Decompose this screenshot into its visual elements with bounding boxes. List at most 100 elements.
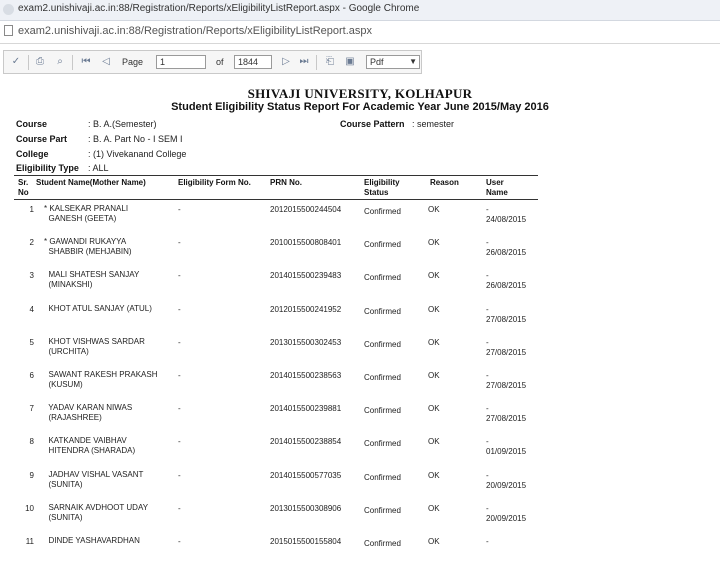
cell-prn: 2012015500244504 — [270, 205, 342, 214]
cell-prn: 2014015500238563 — [270, 371, 342, 380]
url-text[interactable]: exam2.unishivaji.ac.in:88/Registration/R… — [18, 25, 372, 37]
total-pages-field: 1844 — [234, 55, 272, 69]
cell-sr: 8 — [29, 437, 34, 447]
cell-user: - 26/08/2015 — [486, 271, 527, 291]
table-header-rule — [14, 199, 538, 200]
cell-user: - 26/08/2015 — [486, 238, 527, 258]
course-label: Course — [16, 119, 48, 129]
cell-sr: 10 — [25, 503, 34, 513]
cell-prn: 2015015500155804 — [270, 537, 342, 546]
cell-name: * GAWANDI RUKAYYA SHABBIR (MEHJABIN) — [44, 237, 132, 257]
cell-status: Confirmed — [364, 306, 401, 316]
cell-name: KHOT ATUL SANJAY (ATUL) — [44, 303, 152, 313]
toolbar-separator — [316, 55, 317, 70]
save-icon[interactable]: ▣ — [344, 56, 356, 68]
address-bar[interactable]: exam2.unishivaji.ac.in:88/Registration/R… — [0, 21, 720, 44]
cell-name: KATKANDE VAIBHAV HITENDRA (SHARADA) — [48, 436, 136, 456]
next-page-icon[interactable]: ▷ — [280, 56, 292, 68]
header-sr-no: Sr. No — [18, 178, 29, 197]
cell-sr: 5 — [29, 337, 34, 347]
cell-user: - 20/09/2015 — [486, 470, 527, 490]
cell-status: Confirmed — [364, 505, 401, 515]
cell-status: Confirmed — [364, 373, 401, 382]
cell-user: - 27/08/2015 — [486, 337, 527, 357]
table-row: 11 DINDE YASHAVARDHAN - 2015015500155804 Co… — [0, 536, 720, 568]
page-number-input[interactable]: 1 — [156, 55, 206, 69]
cell-prn: 2013015500308906 — [270, 503, 342, 513]
cell-sr: 1 — [29, 205, 34, 214]
cell-user: - 27/08/2015 — [486, 304, 527, 324]
cell-sr: 11 — [25, 537, 34, 546]
cell-name: YADAV KARAN NIWAS (RAJASHREE) — [48, 403, 133, 423]
cell-status: Confirmed — [364, 240, 401, 250]
cell-user: - — [486, 537, 489, 546]
export-icon[interactable]: ⎗ — [324, 56, 336, 68]
cell-prn: 2010015500808401 — [270, 238, 342, 248]
print-icon[interactable]: ⎙ — [34, 56, 46, 68]
cell-sr: 9 — [29, 470, 34, 480]
cell-reason: OK — [428, 337, 440, 347]
window-title: exam2.unishivaji.ac.in:88/Registration/R… — [18, 3, 420, 14]
header-student-name: Student Name(Mother Name) — [36, 178, 146, 187]
cell-prn: 2013015500302453 — [270, 337, 342, 347]
cell-prn: 2014015500577035 — [270, 470, 342, 480]
cell-status: Confirmed — [364, 339, 401, 349]
cell-form: - — [178, 238, 181, 248]
table-row: 7 YADAV KARAN NIWAS (RAJASHREE) - 20140155… — [0, 403, 720, 435]
cell-form: - — [178, 437, 181, 447]
table-row: 3 MALI SHATESH SANJAY (MINAKSHI) - 2014015… — [0, 270, 720, 302]
header-prn: PRN No. — [270, 178, 302, 187]
cell-name: * KALSEKAR PRANALI GANESH (GEETA) — [44, 204, 129, 223]
cell-user: - 27/08/2015 — [486, 371, 527, 390]
cell-reason: OK — [428, 437, 440, 447]
cell-form: - — [178, 271, 181, 281]
cell-reason: OK — [428, 271, 440, 281]
page-label: Page — [122, 57, 144, 67]
cell-user: - 20/09/2015 — [486, 503, 527, 523]
header-form-no: Eligibility Form No. — [178, 178, 251, 187]
export-format-select[interactable]: Pdf ▼ — [366, 55, 420, 69]
report-toolbar: ✓ ⎙ ⌕ ⏮ ◁ Page 1 of 1844 ▷ ⏭ ⎗ ▣ Pdf ▼ — [3, 50, 422, 74]
course-part-label: Course Part — [16, 134, 68, 144]
cell-reason: OK — [428, 503, 440, 513]
course-part-value: : B. A. Part No - I SEM I — [88, 134, 183, 144]
table-row: 5 KHOT VISHWAS SARDAR (URCHITA) - 20130155… — [0, 337, 720, 369]
table-row: 8 KATKANDE VAIBHAV HITENDRA (SHARADA) - 20… — [0, 436, 720, 468]
eligibility-type-value: : ALL — [88, 163, 109, 173]
table-row: 10 SARNAIK AVDHOOT UDAY (SUNITA) - 2013015… — [0, 503, 720, 535]
cell-status: Confirmed — [364, 472, 401, 482]
chevron-down-icon: ▼ — [409, 57, 417, 66]
cell-sr: 6 — [29, 371, 34, 380]
cell-prn: 2014015500239483 — [270, 271, 342, 281]
cell-reason: OK — [428, 537, 440, 546]
header-reason: Reason — [430, 178, 459, 187]
cell-form: - — [178, 304, 181, 314]
cell-sr: 3 — [29, 271, 34, 281]
prev-page-icon[interactable]: ◁ — [100, 56, 112, 68]
cell-sr: 7 — [29, 404, 34, 414]
report-body: SHIVAJI UNIVERSITY, KOLHAPUR Student Eli… — [0, 84, 720, 548]
cell-user: - 24/08/2015 — [486, 205, 527, 224]
first-page-icon[interactable]: ⏮ — [80, 56, 92, 68]
cell-form: - — [178, 503, 181, 513]
export-format-value: Pdf — [370, 57, 384, 67]
cell-form: - — [178, 404, 181, 414]
report-title: Student Eligibility Status Report For Ac… — [171, 101, 549, 113]
cell-name: SARNAIK AVDHOOT UDAY (SUNITA) — [48, 502, 149, 522]
cell-reason: OK — [428, 238, 440, 248]
course-value: : B. A.(Semester) — [88, 119, 157, 129]
college-label: College — [16, 149, 49, 159]
cell-status: Confirmed — [364, 207, 401, 216]
cell-name: KHOT VISHWAS SARDAR (URCHITA) — [48, 336, 145, 356]
check-icon[interactable]: ✓ — [10, 56, 22, 68]
last-page-icon[interactable]: ⏭ — [298, 56, 310, 68]
cell-reason: OK — [428, 404, 440, 414]
header-status: Eligibility Status — [364, 178, 400, 197]
find-icon[interactable]: ⌕ — [54, 56, 66, 68]
cell-status: Confirmed — [364, 539, 401, 548]
title-bar: exam2.unishivaji.ac.in:88/Registration/R… — [0, 0, 720, 21]
cell-name: JADHAV VISHAL VASANT (SUNITA) — [48, 469, 144, 489]
cell-form: - — [178, 337, 181, 347]
table-row: 6 SAWANT RAKESH PRAKASH (KUSUM) - 20140155… — [0, 370, 720, 402]
course-pattern-label: Course Pattern — [340, 119, 405, 129]
